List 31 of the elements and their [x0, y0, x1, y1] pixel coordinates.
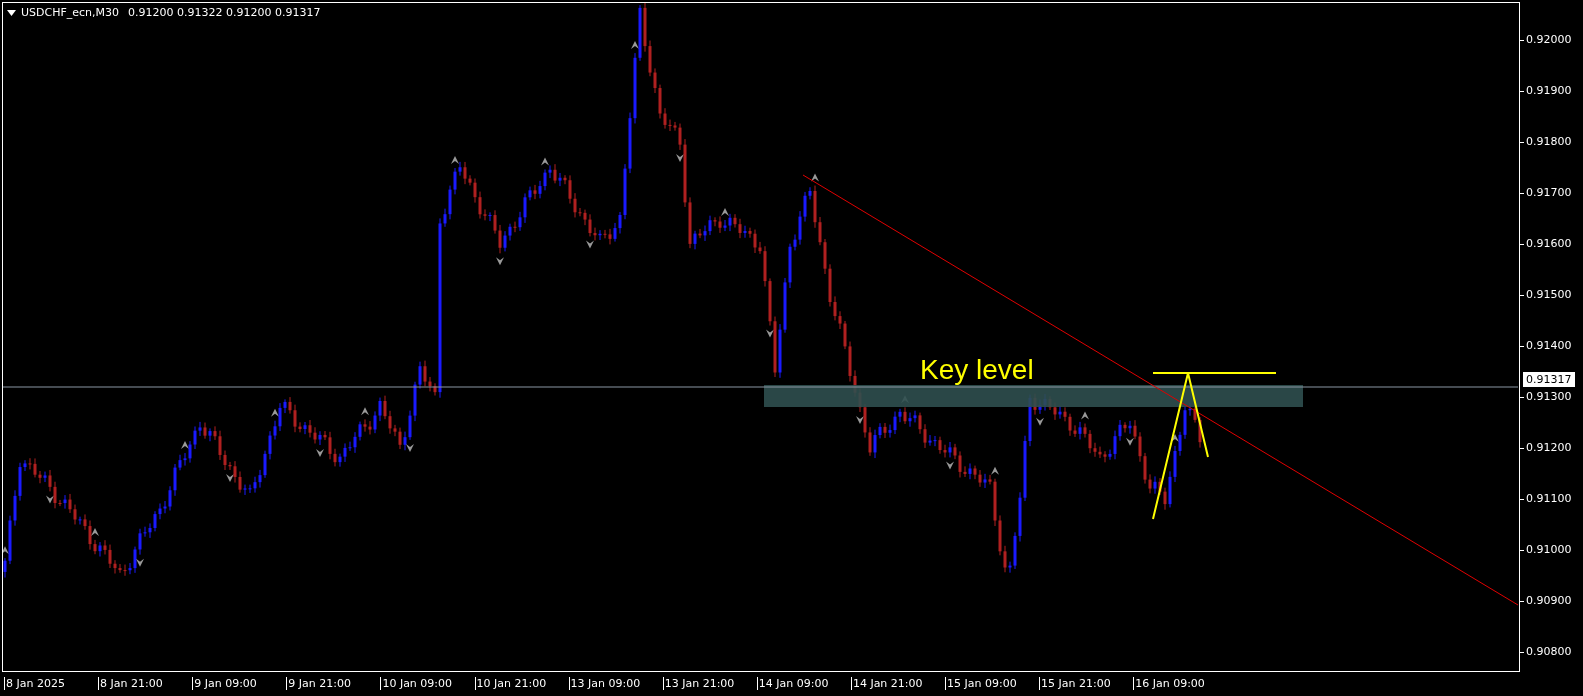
price-tick-label: 0.92000 [1526, 32, 1572, 47]
price-tick-label: 0.91500 [1526, 287, 1572, 302]
price-tick-label: 0.90900 [1526, 593, 1572, 608]
time-tick-label: 10 Jan 09:00 [380, 677, 453, 690]
time-tick-label: 16 Jan 09:00 [1133, 677, 1205, 690]
price-tick-label: 0.91100 [1526, 491, 1572, 506]
time-tick-label: 9 Jan 21:00 [286, 677, 351, 690]
price-tick-label: 0.91700 [1526, 185, 1572, 200]
time-tick-label: 14 Jan 21:00 [850, 677, 923, 690]
price-tick-label: 0.91300 [1526, 389, 1572, 404]
time-tick-label: 14 Jan 09:00 [756, 677, 829, 690]
time-tick-label: 15 Jan 09:00 [945, 677, 1017, 690]
price-tick-label: 0.91200 [1526, 440, 1572, 455]
price-tick-label: 0.91000 [1526, 542, 1572, 557]
price-tick-label: 0.91600 [1526, 236, 1572, 251]
key-level-label: Key level [920, 354, 1034, 385]
price-tick-label: 0.90800 [1526, 644, 1572, 659]
dropdown-triangle-icon[interactable] [7, 9, 16, 16]
price-tick-label: 0.91800 [1526, 134, 1572, 149]
price-tick-label: 0.91400 [1526, 338, 1572, 353]
time-tick-label: 8 Jan 21:00 [98, 677, 163, 690]
price-tick-label: 0.91900 [1526, 83, 1572, 98]
current-price-label: 0.91317 [1523, 372, 1575, 387]
quote-values: 0.91200 0.91322 0.91200 0.91317 [128, 6, 321, 19]
time-tick-label: 13 Jan 09:00 [568, 677, 641, 690]
symbol-label: USDCHF_ecn,M30 [21, 6, 120, 19]
time-tick-label: 15 Jan 21:00 [1039, 677, 1111, 690]
time-tick-label: 10 Jan 21:00 [474, 677, 547, 690]
time-tick-label: 9 Jan 09:00 [192, 677, 257, 690]
time-tick-label: 13 Jan 21:00 [662, 677, 735, 690]
time-tick-label: 8 Jan 2025 [4, 677, 65, 690]
